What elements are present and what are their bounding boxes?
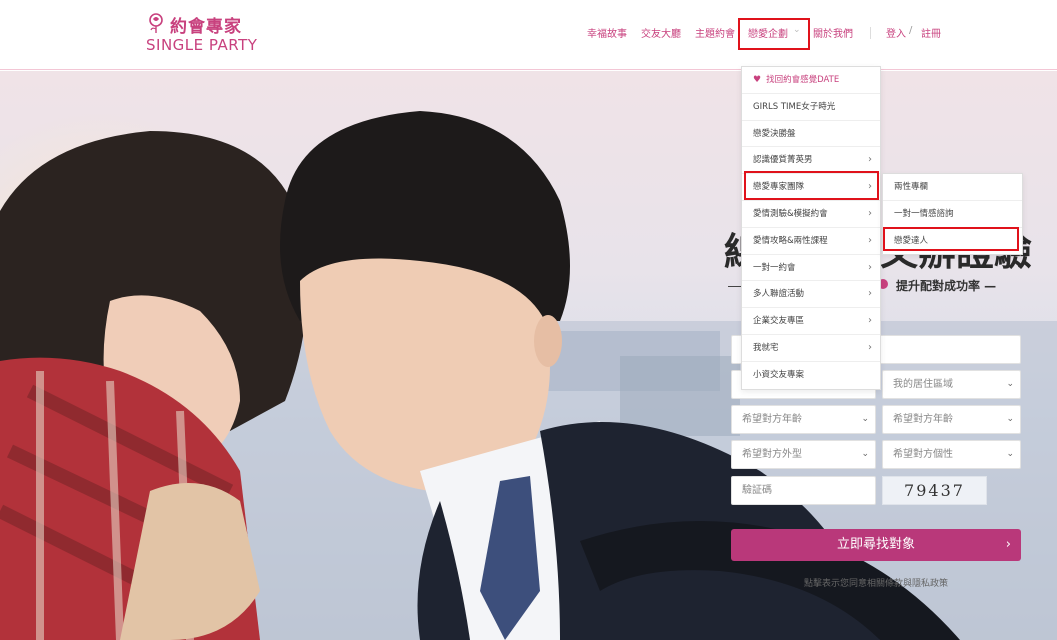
partner-age-select-right[interactable]: 希望對方年齡 ⌄ [882,405,1021,434]
find-partner-label: 立即尋找對象 [836,537,915,552]
terms-footnote: 點擊表示您同意相關條款與隱私政策 [804,579,949,589]
partner-age-label-right: 希望對方年齡 [893,414,953,425]
captcha-image: 79437 [882,476,987,505]
menu-item-girls-time[interactable]: GIRLS TIME女子時光 [742,94,880,121]
residence-select[interactable]: 我的居住區域 ⌄ [882,370,1021,399]
nav-item-stories[interactable]: 幸福故事 [587,25,627,40]
love-expert-team-submenu: 兩性專欄 一對一情感諮詢 戀愛達人 [882,173,1023,256]
submenu-item-label: 一對一情感諮詢 [894,208,954,219]
menu-item-label: 愛情測驗&模擬約會 [753,208,828,219]
chevron-right-icon: › [868,154,872,166]
hero-subtitle: 提升配對成功率 — [896,279,997,293]
menu-item-love-test[interactable]: 愛情測驗&模擬約會 › [742,201,880,228]
chevron-right-icon: › [868,288,872,300]
menu-item-group-events[interactable]: 多人聯誼活動 › [742,281,880,309]
chevron-down-icon: ⌄ [1006,449,1014,459]
menu-item-homebody[interactable]: 我就宅 › [742,335,880,362]
chevron-down-icon: ⌄ [1006,414,1014,424]
main-nav: 幸福故事 交友大廳 主題約會 戀愛企劃 ⌄ 關於我們 登入 / 註冊 [0,25,1057,45]
chevron-down-icon: ⌄ [861,414,869,424]
partner-personality-select[interactable]: 希望對方個性 ⌄ [882,440,1021,469]
menu-item-budget-dating[interactable]: 小資交友專案 [742,362,880,389]
nav-item-about[interactable]: 關於我們 [813,25,853,40]
menu-item-love-showdown[interactable]: 戀愛決勝盤 [742,121,880,148]
menu-item-label: 戀愛決勝盤 [753,128,796,139]
captcha-input[interactable]: 驗証碼 [731,476,876,505]
chevron-down-icon: ⌄ [1006,379,1014,389]
partner-look-label: 希望對方外型 [742,449,802,460]
menu-item-label: 戀愛專家團隊 [753,182,805,193]
love-planning-dropdown: ♥ 找回約會感覺DATE GIRLS TIME女子時光 戀愛決勝盤 認識優質菁英男… [741,66,881,390]
find-partner-button[interactable]: 立即尋找對象 › [731,529,1021,561]
hero-section: 線 又辦證驗 提升配對成功率 — ⌄ 我的居住區域⌄ 希望對方年齡⌄ 希望對方年… [0,71,1057,640]
partner-age-select-left[interactable]: 希望對方年齡 ⌄ [731,405,876,434]
chevron-right-icon: › [1005,537,1011,552]
menu-item-find-date-feeling[interactable]: ♥ 找回約會感覺DATE [742,67,880,94]
submenu-item-emotional-consulting[interactable]: 一對一情感諮詢 [883,201,1022,228]
menu-item-elite-men[interactable]: 認識優質菁英男 › [742,147,880,175]
menu-item-label: 多人聯誼活動 [753,289,805,300]
site-header: 約會專家 SINGLE PARTY 幸福故事 交友大廳 主題約會 戀愛企劃 ⌄ … [0,0,1057,70]
menu-item-label: 我就宅 [753,342,779,353]
chevron-right-icon: › [868,341,872,353]
register-link[interactable]: 註冊 [921,25,941,40]
submenu-item-gender-column[interactable]: 兩性專欄 [883,174,1022,201]
nav-slash: / [909,25,913,36]
nav-item-themed-dates[interactable]: 主題約會 [695,25,735,40]
menu-item-label: 認識優質菁英男 [753,155,813,166]
submenu-item-label: 戀愛達人 [894,235,929,246]
menu-item-label: 一對一約會 [753,262,796,273]
menu-item-love-courses[interactable]: 愛情攻略&兩性課程 › [742,228,880,255]
chevron-down-icon: ⌄ [861,449,869,459]
chevron-right-icon: › [868,181,872,193]
partner-age-label-left: 希望對方年齡 [742,414,802,425]
residence-select-label: 我的居住區域 [893,379,953,390]
menu-item-label: 找回約會感覺DATE [766,75,840,85]
submenu-item-label: 兩性專欄 [894,182,929,192]
menu-item-love-expert-team[interactable]: 戀愛專家團隊 › [742,174,880,201]
menu-item-label: 企業交友專區 [753,316,805,327]
menu-item-corporate-dating[interactable]: 企業交友專區 › [742,308,880,335]
chevron-down-icon: ⌄ [793,25,801,35]
menu-item-label: GIRLS TIME女子時光 [753,101,836,112]
chevron-right-icon: › [868,207,872,219]
nav-item-love-planning[interactable]: 戀愛企劃 [748,25,788,40]
menu-item-label: 愛情攻略&兩性課程 [753,235,828,246]
partner-look-select[interactable]: 希望對方外型 ⌄ [731,440,876,469]
chevron-right-icon: › [868,234,872,246]
submenu-item-love-expert[interactable]: 戀愛達人 [883,228,1022,255]
login-link[interactable]: 登入 [886,25,906,40]
captcha-placeholder: 驗証碼 [742,485,772,496]
chevron-right-icon: › [868,315,872,327]
menu-item-label: 小資交友專案 [753,369,805,380]
nav-divider [870,27,871,39]
nav-item-lobby[interactable]: 交友大廳 [641,25,681,40]
partner-personality-label: 希望對方個性 [893,449,953,460]
menu-item-one-on-one-date[interactable]: 一對一約會 › [742,255,880,282]
heart-icon: ♥ [753,75,762,85]
chevron-right-icon: › [868,261,872,273]
